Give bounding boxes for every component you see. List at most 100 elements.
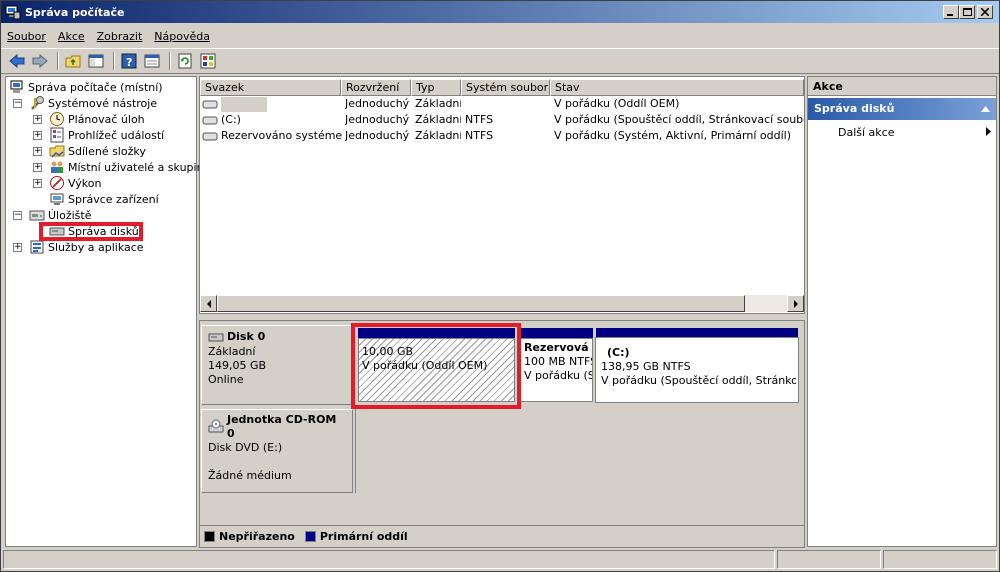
collapse-icon[interactable]: [981, 98, 990, 120]
event-viewer-icon: [49, 127, 65, 143]
table-cell: Jednoduchý: [345, 113, 410, 126]
close-button[interactable]: [977, 5, 993, 19]
table-cell: V pořádku (Oddíl OEM): [554, 97, 680, 110]
tree-root-label: Správa počítače (místní): [28, 80, 163, 94]
maximize-button[interactable]: [959, 5, 975, 19]
actions-header: Akce: [808, 77, 996, 96]
action-dalsi-akce[interactable]: Další akce: [808, 124, 996, 142]
table-cell: V pořádku (Spouštěcí oddíl, Stránkovací …: [554, 113, 804, 126]
device-manager-icon: [49, 191, 65, 207]
column-header-rozvrzeni[interactable]: Rozvržení: [341, 79, 411, 96]
tree-label: Plánovač úloh: [68, 112, 145, 126]
tree-item-systemove-nastroje[interactable]: Systémové nástroje: [29, 95, 157, 111]
partition-bar-reserved: [520, 328, 593, 338]
action-label: Další akce: [838, 126, 895, 139]
partition-status: V pořádku (Spouštěcí oddíl, Stránkovací: [601, 374, 798, 387]
table-cell: Základní: [415, 129, 461, 142]
menu-bar: Soubor Akce Zobrazit Nápověda: [1, 25, 999, 47]
expander-uloziste[interactable]: −: [13, 211, 22, 220]
cdrom-area: [355, 409, 804, 493]
column-header-typ[interactable]: Typ: [411, 79, 461, 96]
cdrom-name: Jednotka CD-ROM 0: [227, 413, 337, 440]
partition-size: 138,95 GB NTFS: [601, 360, 691, 373]
tree-item-planovac-uloh[interactable]: Plánovač úloh: [49, 111, 145, 127]
help-icon[interactable]: ?: [119, 51, 139, 71]
tree-label: Místní uživatelé a skupiny: [68, 160, 211, 174]
tree-item-uloziste[interactable]: Úložiště: [29, 207, 91, 223]
table-cell: NTFS: [465, 113, 494, 126]
expander-systemove-nastroje[interactable]: −: [13, 99, 22, 108]
volume-name: (C:): [221, 113, 241, 126]
tree-item-sluzby-a-aplikace[interactable]: Služby a aplikace: [29, 239, 144, 255]
minimize-button[interactable]: [943, 5, 959, 19]
cdrom-info[interactable]: Jednotka CD-ROM 0 Disk DVD (E:) Žádné mé…: [201, 409, 353, 493]
volume-icon: [202, 112, 218, 128]
back-arrow-icon[interactable]: [7, 51, 27, 71]
table-cell: Jednoduchý: [345, 129, 410, 142]
table-cell: Základní: [415, 113, 461, 126]
tree-item-mistni-uzivatele[interactable]: Místní uživatelé a skupiny: [49, 159, 210, 175]
toolbar-separator: [169, 52, 171, 70]
expander-planovac-uloh[interactable]: +: [33, 115, 42, 124]
table-cell: [465, 96, 550, 112]
horizontal-scrollbar[interactable]: [200, 295, 804, 312]
performance-icon: [49, 175, 65, 191]
menu-zobrazit[interactable]: Zobrazit: [97, 30, 143, 43]
tree-item-vykon[interactable]: Výkon: [49, 175, 101, 191]
tree-label: Výkon: [68, 176, 102, 190]
navigation-tree: Správa počítače (místní) − Systémové nás…: [5, 76, 210, 547]
expander-prohlizec-udalosti[interactable]: +: [33, 131, 42, 140]
legend: Nepřiřazeno Primární oddíl: [200, 525, 804, 547]
partition-bar-c: [596, 328, 798, 338]
disk0-name: Disk 0: [227, 330, 266, 343]
tree-item-sdilene-slozky[interactable]: Sdílené složky: [49, 143, 146, 159]
menu-napoveda[interactable]: Nápověda: [154, 30, 210, 43]
table-row[interactable]: Rezervováno systémem: [202, 128, 342, 144]
up-folder-icon[interactable]: [63, 51, 83, 71]
expander-mistni-uzivatele[interactable]: +: [33, 163, 42, 172]
column-header-stav[interactable]: Stav: [550, 79, 804, 96]
tree-label: Sdílené složky: [68, 144, 146, 158]
highlight-box: [39, 222, 143, 241]
actions-section-label: Správa disků: [814, 102, 895, 115]
cdrom-type: Disk DVD (E:): [208, 441, 283, 454]
toolbar: ?: [1, 48, 999, 74]
export-list-icon[interactable]: [198, 51, 218, 71]
disk0-type: Základní: [208, 345, 256, 358]
scroll-left-icon[interactable]: [200, 295, 217, 312]
expander-vykon[interactable]: +: [33, 179, 42, 188]
tree-item-prohlizec-udalosti[interactable]: Prohlížeč událostí: [49, 127, 164, 143]
show-hide-tree-icon[interactable]: [86, 51, 106, 71]
status-bar: [3, 550, 997, 570]
volume-icon: [202, 128, 218, 144]
menu-soubor[interactable]: Soubor: [7, 30, 46, 43]
disk0-size: 149,05 GB: [208, 359, 267, 372]
storage-icon: [29, 207, 45, 223]
menu-akce[interactable]: Akce: [58, 30, 85, 43]
refresh-icon[interactable]: [175, 51, 195, 71]
partition-title: (C:): [607, 346, 630, 359]
partition-reserved[interactable]: Rezervová 100 MB NTFS V pořádku (Sy: [520, 338, 593, 402]
properties-icon[interactable]: [142, 51, 162, 71]
column-header-system-souboru[interactable]: Systém souborů: [461, 79, 550, 96]
disk0-info[interactable]: Disk 0 Základní 149,05 GB Online: [201, 325, 353, 405]
forward-arrow-icon[interactable]: [30, 51, 50, 71]
tree-root[interactable]: Správa počítače (místní): [9, 79, 163, 95]
main-window: Správa počítače Soubor Akce Zobrazit Náp…: [0, 0, 1000, 572]
expander-sluzby-a-aplikace[interactable]: +: [13, 243, 22, 252]
table-row[interactable]: [202, 96, 342, 112]
computer-management-icon: [5, 4, 21, 20]
scroll-thumb[interactable]: [217, 295, 745, 312]
table-row[interactable]: (C:): [202, 112, 342, 128]
clock-icon: [49, 111, 65, 127]
partition-c[interactable]: (C:) 138,95 GB NTFS V pořádku (Spouštěcí…: [595, 337, 799, 403]
highlight-box: [351, 323, 521, 409]
column-header-svazek[interactable]: Svazek: [200, 79, 341, 96]
cdrom-status: Žádné médium: [208, 469, 292, 482]
scroll-right-icon[interactable]: [787, 295, 804, 312]
svg-text:?: ?: [126, 56, 132, 69]
expander-sdilene-slozky[interactable]: +: [33, 147, 42, 156]
tree-item-spravce-zarizeni[interactable]: Správce zařízení: [49, 191, 159, 207]
actions-section-sprava-disku[interactable]: Správa disků: [808, 98, 996, 120]
cd-drive-icon: [208, 419, 224, 435]
